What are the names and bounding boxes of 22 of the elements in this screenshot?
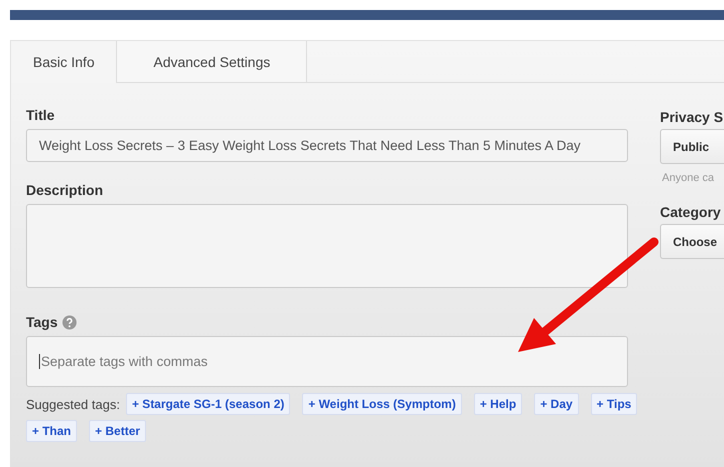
help-icon[interactable] [62,314,77,330]
category-select[interactable]: Choose [660,224,724,259]
privacy-hint: Anyone ca [662,172,715,184]
suggested-tags-label: Suggested tags: [26,396,120,412]
suggested-tag[interactable]: + Tips [590,393,638,415]
tags-field[interactable]: Separate tags with commas [26,336,628,387]
field-label: Description [26,182,104,198]
field-label: Privacy S [660,109,724,125]
tags-placeholder: Separate tags with commas [39,354,208,369]
privacy-select[interactable]: Public [660,129,724,164]
title-field[interactable]: Weight Loss Secrets – 3 Easy Weight Loss Secrets That Need Less Than 5 Minutes A Day [26,129,628,162]
suggested-tag[interactable]: + Weight Loss (Symptom) [302,393,462,415]
tab[interactable]: Basic Info [11,41,118,83]
suggested-tag[interactable]: + Better [89,420,146,442]
suggested-tag[interactable]: + Than [26,420,78,442]
suggested-tag[interactable]: + Help [474,393,522,415]
field-label: Tags [26,314,58,330]
suggested-tag[interactable]: + Day [534,393,579,415]
suggested-tag[interactable]: + Stargate SG-1 (season 2) [126,393,290,415]
description-field[interactable] [26,204,628,288]
field-label: Category [660,204,722,220]
field-label: Title [26,107,55,123]
